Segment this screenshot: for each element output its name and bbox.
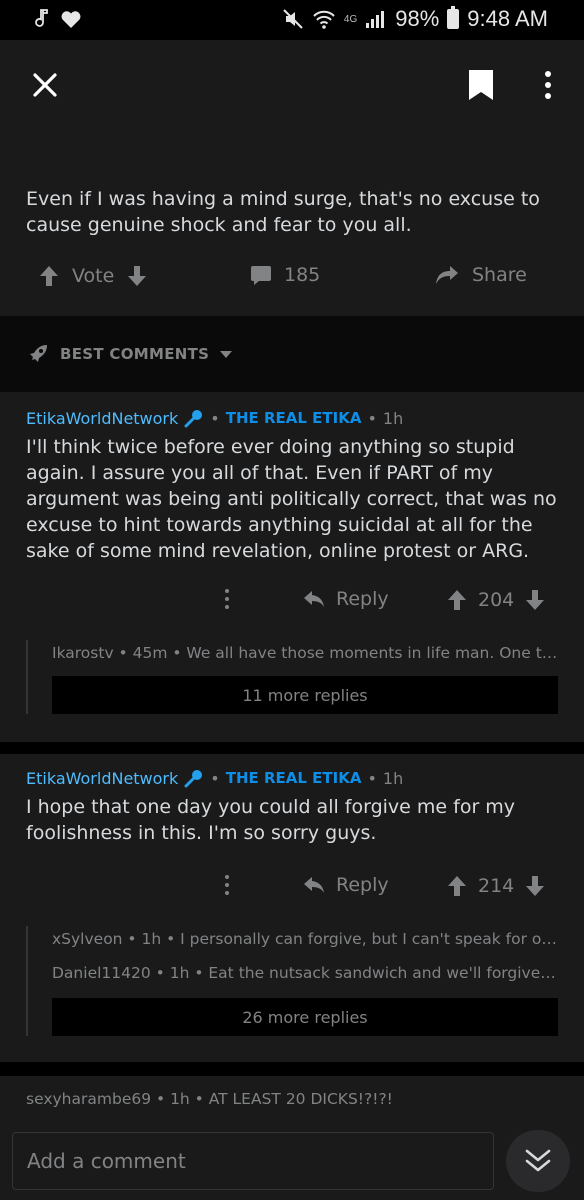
more-vertical-icon bbox=[225, 589, 229, 609]
network-type: 4G bbox=[343, 13, 358, 25]
comments-button[interactable]: 185 bbox=[250, 264, 320, 286]
comment-thread: EtikaWorldNetwork • THE REAL ETIKA • 1h … bbox=[0, 392, 584, 742]
reply-preview[interactable]: xSylveon • 1h • I personally can forgive… bbox=[52, 930, 560, 948]
post-actions: Vote 185 Share bbox=[0, 254, 584, 302]
add-comment-input[interactable]: Add a comment bbox=[12, 1132, 494, 1190]
comment-bubble-icon bbox=[251, 266, 271, 285]
more-vertical-icon bbox=[545, 71, 551, 99]
thread-line bbox=[26, 640, 28, 714]
comment-meta: EtikaWorldNetwork • THE REAL ETIKA • 1h bbox=[26, 768, 403, 788]
comment-body: I'll think twice before ever doing anyth… bbox=[26, 436, 557, 562]
upvote-icon[interactable] bbox=[38, 264, 60, 288]
reply-preview[interactable]: Daniel11420 • 1h • Eat the nutsack sandw… bbox=[52, 964, 560, 982]
upvote-icon[interactable] bbox=[446, 874, 468, 898]
comment-preview[interactable]: sexyharambe69 • 1h • AT LEAST 20 DICKS!?… bbox=[26, 1090, 534, 1108]
clock: 9:48 AM bbox=[467, 6, 548, 31]
battery-icon bbox=[447, 6, 460, 29]
wifi-icon bbox=[313, 10, 335, 29]
thread-line bbox=[26, 926, 28, 1036]
comment-actions: Reply 204 bbox=[0, 582, 584, 622]
close-icon bbox=[33, 73, 57, 97]
chevron-down-icon bbox=[220, 351, 233, 358]
bookmark-icon bbox=[469, 70, 493, 100]
meta-separator: • bbox=[210, 408, 220, 428]
more-replies-button[interactable]: 11 more replies bbox=[52, 676, 558, 714]
comment-score: 214 bbox=[478, 875, 515, 897]
sort-dropdown[interactable]: BEST COMMENTS bbox=[26, 342, 233, 366]
upvote-icon[interactable] bbox=[446, 588, 468, 612]
status-bar: 4G 98% 9:48 AM bbox=[0, 0, 584, 40]
status-notifications bbox=[30, 8, 82, 30]
sort-label: BEST COMMENTS bbox=[60, 345, 210, 363]
rocket-icon bbox=[30, 345, 47, 362]
heart-icon bbox=[61, 11, 81, 28]
comment-vote-control: 204 bbox=[446, 588, 546, 612]
user-flair: THE REAL ETIKA bbox=[225, 769, 362, 787]
app-bar bbox=[0, 40, 584, 130]
vote-label: Vote bbox=[72, 265, 115, 287]
comment-count: 185 bbox=[284, 264, 321, 286]
share-button[interactable]: Share bbox=[434, 264, 527, 286]
comment-actions: Reply 214 bbox=[0, 868, 584, 908]
more-vertical-icon bbox=[225, 875, 229, 895]
comment-meta: EtikaWorldNetwork • THE REAL ETIKA • 1h bbox=[26, 408, 403, 428]
reply-label: Reply bbox=[336, 588, 389, 610]
signal-icon bbox=[366, 11, 385, 28]
reply-button[interactable]: Reply bbox=[302, 588, 389, 610]
microphone-flair-icon bbox=[184, 770, 203, 788]
downvote-icon[interactable] bbox=[524, 588, 546, 612]
meta-separator: • bbox=[210, 768, 220, 788]
close-button[interactable] bbox=[20, 40, 70, 130]
comment-time: 1h bbox=[382, 408, 404, 428]
jump-next-comment-button[interactable] bbox=[506, 1130, 570, 1192]
comment-sort-bar: BEST COMMENTS bbox=[0, 316, 584, 392]
comment-body: I hope that one day you could all forgiv… bbox=[26, 796, 516, 844]
double-chevron-down-icon bbox=[525, 1149, 551, 1172]
post-body: Even if I was having a mind surge, that'… bbox=[26, 188, 540, 236]
mute-icon bbox=[283, 9, 303, 29]
add-comment-placeholder: Add a comment bbox=[27, 1149, 186, 1173]
divider bbox=[0, 1062, 584, 1076]
user-flair: THE REAL ETIKA bbox=[225, 409, 362, 427]
comment-author[interactable]: EtikaWorldNetwork bbox=[26, 409, 178, 428]
comment-author[interactable]: EtikaWorldNetwork bbox=[26, 769, 178, 788]
comment-thread: EtikaWorldNetwork • THE REAL ETIKA • 1h … bbox=[0, 754, 584, 1062]
reply-button[interactable]: Reply bbox=[302, 874, 389, 896]
comment-overflow-button[interactable] bbox=[224, 588, 230, 610]
share-label: Share bbox=[472, 264, 527, 286]
music-note-icon bbox=[35, 9, 48, 27]
meta-separator: • bbox=[367, 408, 377, 428]
vote-control: Vote bbox=[38, 264, 148, 288]
downvote-icon[interactable] bbox=[524, 874, 546, 898]
comment-vote-control: 214 bbox=[446, 874, 546, 898]
comment-score: 204 bbox=[478, 589, 515, 611]
downvote-icon[interactable] bbox=[126, 264, 148, 288]
reply-label: Reply bbox=[336, 874, 389, 896]
status-indicators: 4G 98% 9:48 AM bbox=[282, 6, 548, 32]
battery-percent: 98% bbox=[395, 6, 440, 31]
reply-arrow-icon bbox=[304, 877, 324, 893]
comment-overflow-button[interactable] bbox=[224, 874, 230, 896]
microphone-flair-icon bbox=[184, 410, 203, 428]
divider bbox=[0, 742, 584, 754]
reply-preview[interactable]: Ikarostv • 45m • We all have those momen… bbox=[52, 644, 560, 662]
save-button[interactable] bbox=[456, 40, 506, 130]
overflow-menu-button[interactable] bbox=[526, 40, 570, 130]
meta-separator: • bbox=[367, 768, 377, 788]
post-card: Even if I was having a mind surge, that'… bbox=[0, 130, 584, 316]
comment-time: 1h bbox=[382, 768, 404, 788]
more-replies-button[interactable]: 26 more replies bbox=[52, 998, 558, 1036]
reply-arrow-icon bbox=[304, 591, 324, 607]
share-icon bbox=[436, 266, 458, 284]
